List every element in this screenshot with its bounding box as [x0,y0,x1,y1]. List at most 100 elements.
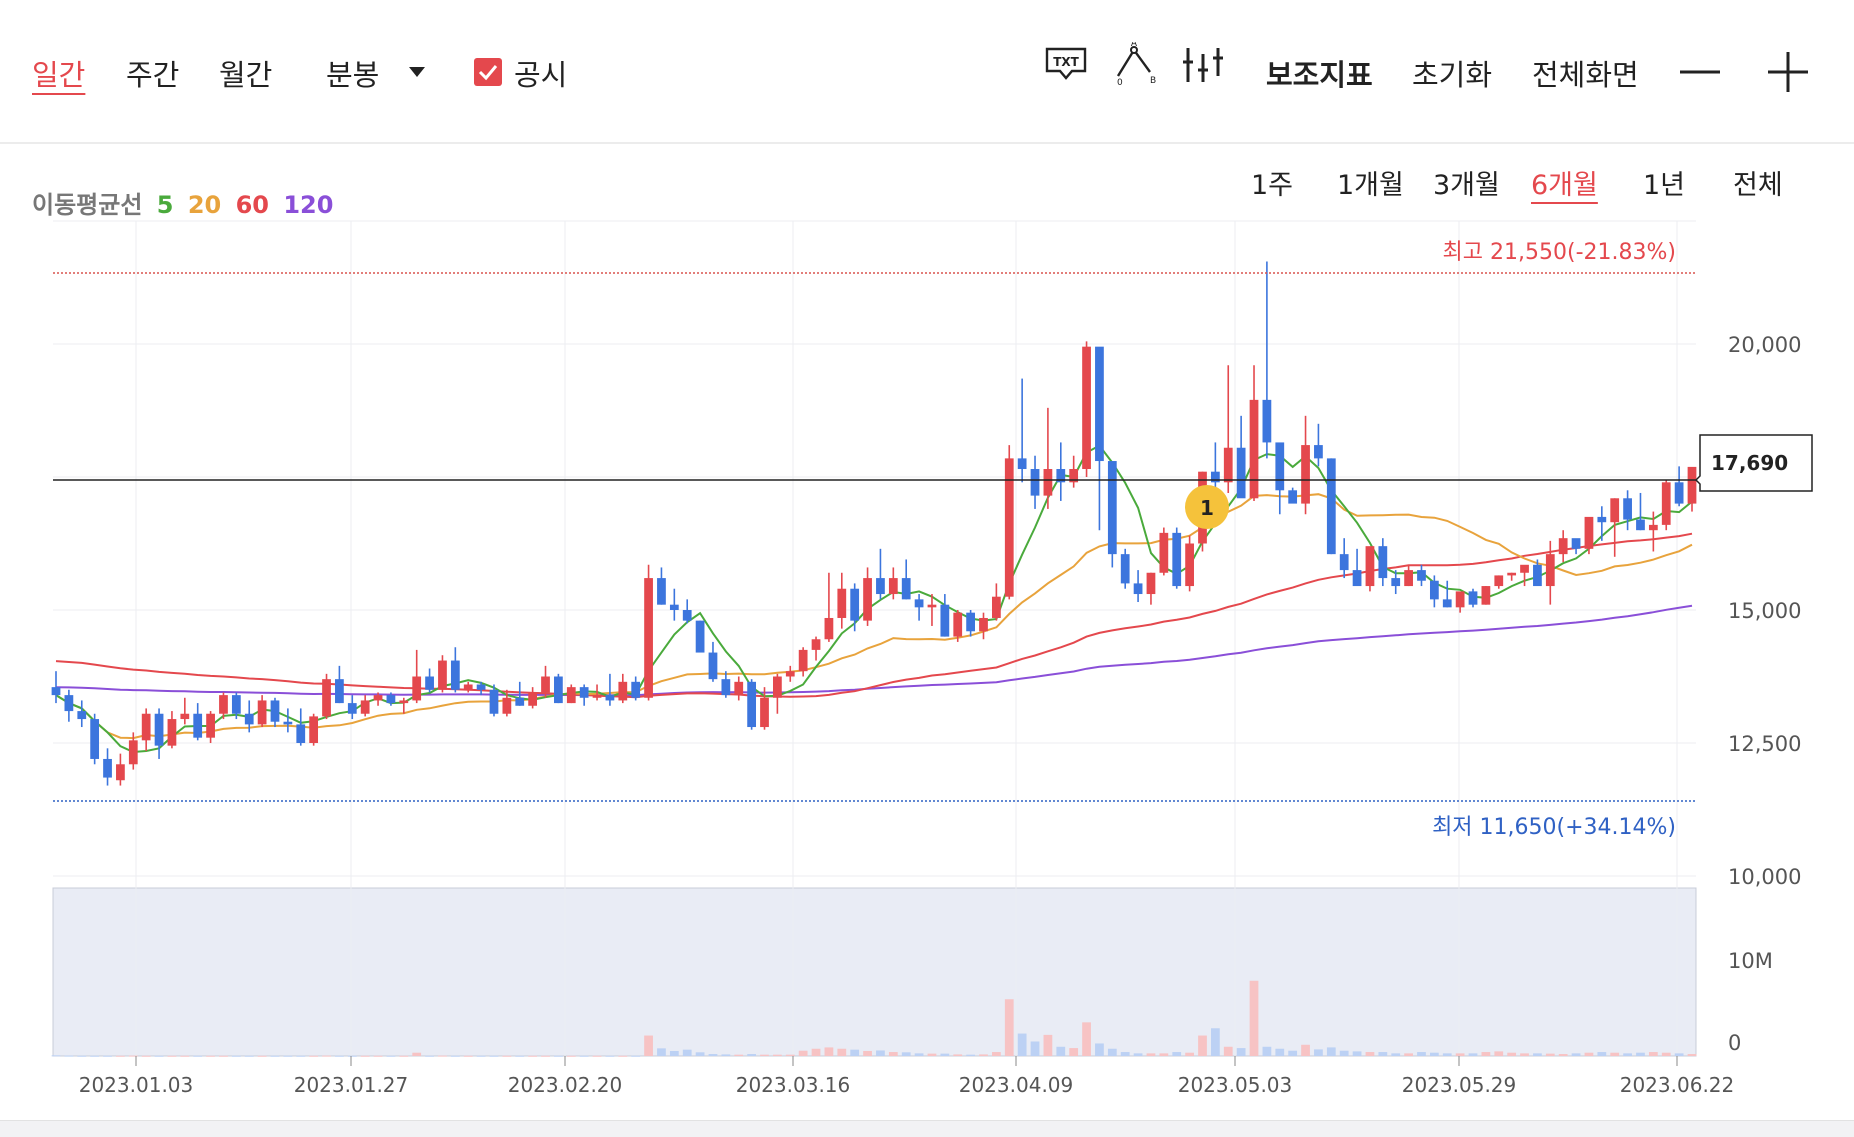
volume-bar [1120,1052,1130,1056]
candle [811,636,821,661]
candle [51,671,61,704]
candle-body [296,724,306,743]
volume-tick-label: 10M [1728,949,1773,973]
candle-body [1545,554,1555,587]
candle-body [734,681,744,696]
candle [1082,341,1091,477]
candle-body [1597,516,1607,523]
candle-body [953,612,963,637]
volume-bar [1584,1052,1594,1056]
candle [1571,538,1581,555]
candle [1417,564,1426,587]
volume-bar [1494,1051,1504,1056]
volume-bar [927,1053,937,1056]
candle-body [1275,442,1285,491]
candle [901,559,911,600]
volume-bar [64,1055,74,1057]
candle-body [167,719,177,746]
footer-bar [0,1120,1854,1137]
volume-bar [824,1047,834,1056]
volume-bar [1185,1052,1194,1056]
volume-bar [876,1050,885,1056]
candle [167,711,177,749]
volume-bar [167,1055,177,1057]
volume-bar [399,1055,409,1057]
volume-bar [1133,1053,1143,1056]
candle [425,668,434,693]
candle-body [773,676,782,698]
candle [206,711,215,743]
candle [1301,415,1310,515]
volume-bar [412,1052,422,1056]
stock-chart[interactable]: 최고 21,550(-21.83%) 최저 11,650(+34.14%) 17… [0,0,1854,1120]
candle-body [1648,524,1658,531]
volume-bar [1558,1054,1568,1056]
candle-body [554,676,563,704]
candle [180,697,190,725]
candle [1378,538,1388,587]
candle-body [1468,591,1478,605]
volume-bar [1301,1044,1310,1056]
volume-bar [1455,1053,1465,1056]
candle-body [708,652,718,680]
candle [1146,572,1156,605]
volume-bar [1288,1050,1298,1056]
candle [837,572,847,629]
volume-bar [116,1055,125,1057]
candle [1661,479,1671,531]
volume-bar [1429,1052,1439,1056]
volume-bar [1610,1052,1620,1056]
y-tick-label: 20,000 [1728,333,1801,357]
candle [309,713,319,746]
candle [1468,588,1478,608]
volume-bar [1056,1046,1066,1056]
volume-bar [1648,1052,1658,1056]
candle [966,610,975,637]
candle [283,708,293,733]
volume-bar [386,1055,396,1057]
candle [566,684,576,704]
volume-bar [1391,1053,1401,1056]
candle-body [219,695,228,714]
ma60-line [55,532,1693,699]
candle-body [1494,575,1504,587]
candle [618,673,628,704]
x-tick-label: 2023.01.27 [294,1073,409,1097]
candle-body [1455,591,1465,608]
candle-body [116,764,125,781]
volume-bar [966,1054,975,1056]
candle-body [914,599,924,608]
volume-bar [1687,1054,1697,1056]
candle-body [837,588,847,618]
candle-body [850,588,860,621]
candle [695,620,705,653]
volume-bar [734,1054,744,1056]
volume-bar [1520,1053,1529,1056]
x-tick-label: 2023.03.16 [736,1073,851,1097]
candle-body [1262,399,1272,443]
candle [914,594,924,621]
volume-bar [1314,1049,1323,1056]
disclosure-marker: 1 [1185,485,1229,529]
candle-body [231,695,241,714]
volume-bar [180,1055,190,1057]
candle-body [1636,519,1645,531]
candle [1017,378,1027,483]
candle [360,695,370,717]
candle [979,612,988,640]
candle-body [979,617,988,632]
volume-bar [425,1055,434,1057]
candle-body [721,679,731,696]
candle [1623,490,1632,531]
volume-bar [450,1055,460,1057]
candle [1043,407,1053,509]
volume-bar [257,1055,267,1057]
candle-body [1507,572,1517,576]
volume-bar [90,1055,100,1057]
volume-bar [1404,1053,1413,1056]
volume-bar [322,1055,331,1057]
candle [1365,546,1375,592]
candle-body [386,695,396,704]
volume-bar [541,1055,550,1057]
volume-bar [296,1055,306,1057]
